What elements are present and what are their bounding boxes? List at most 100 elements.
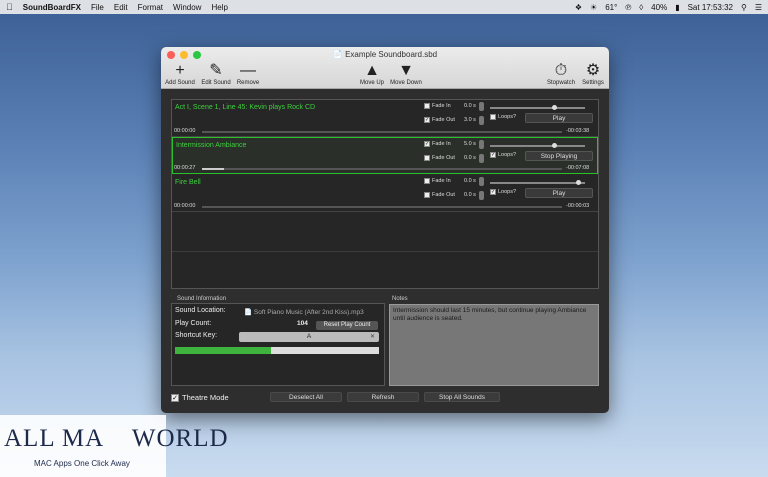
checkbox-box — [424, 178, 430, 184]
stopwatch-icon: ⏱ — [554, 62, 568, 79]
wifi-icon[interactable]: ◊ — [639, 3, 643, 12]
fade-out-value[interactable]: 0.0 s — [464, 155, 476, 161]
loops-checkbox[interactable]: Loops? — [490, 114, 516, 120]
add-sound-button[interactable]: + Add Sound — [161, 62, 200, 86]
volume-knob[interactable] — [551, 105, 557, 110]
fade-out-value[interactable]: 0.0 s — [464, 192, 476, 198]
fade-out-checkbox[interactable]: Fade Out — [424, 192, 455, 198]
apple-logo-icon:  — [102, 425, 123, 452]
sound-info-title: Sound Information — [177, 296, 227, 302]
weather-temp[interactable]: 61° — [605, 3, 617, 12]
document-icon: 📄 — [332, 50, 343, 59]
remaining-time: -00:03:38 — [566, 128, 590, 134]
app-menu[interactable]: SoundBoardFX — [23, 3, 81, 12]
sound-location-value[interactable]: 📄 Soft Piano Music (After 2nd Kiss).mp3 — [244, 308, 382, 316]
pencil-icon: ✎ — [209, 62, 223, 79]
file-icon: 📄 — [244, 309, 254, 316]
sound-list: Act I, Scene 1, Line 45: Kevin plays Roc… — [171, 99, 599, 289]
window-title: 📄 Example Soundboard.sbd — [332, 50, 438, 59]
menu-file[interactable]: File — [91, 3, 104, 12]
move-down-button[interactable]: ▼ Move Down — [386, 62, 426, 86]
fade-in-value[interactable]: 0.0 s — [464, 103, 476, 109]
fade-in-stepper[interactable] — [479, 102, 484, 111]
apple-menu-icon[interactable]:  — [6, 2, 13, 12]
settings-button[interactable]: ⚙ Settings — [573, 62, 609, 86]
plus-icon: + — [175, 62, 185, 79]
watermark-subtitle: MAC Apps One Click Away — [34, 459, 130, 468]
reset-play-count-button[interactable]: Reset Play Count — [316, 321, 378, 330]
fade-in-checkbox[interactable]: Fade In — [424, 103, 451, 109]
remaining-time: -00:07:08 — [566, 165, 590, 171]
sound-row[interactable]: Act I, Scene 1, Line 45: Kevin plays Roc… — [172, 100, 598, 137]
playback-progress[interactable] — [202, 168, 562, 170]
menubar:  SoundBoardFX File Edit Format Window H… — [0, 0, 768, 14]
bluetooth-icon[interactable]: ℗ — [625, 3, 631, 12]
weather-icon[interactable]: ☀ — [590, 3, 597, 12]
fade-in-stepper[interactable] — [479, 177, 484, 186]
shortcut-key-label: Shortcut Key: — [175, 332, 218, 339]
empty-row-divider — [172, 251, 598, 252]
elapsed-time: 00:00:00 — [174, 128, 196, 134]
titlebar: 📄 Example Soundboard.sbd + Add Sound ✎ E… — [161, 47, 609, 89]
battery-icon[interactable]: ▮ — [675, 3, 679, 12]
checkbox-box — [424, 103, 430, 109]
theatre-mode-checkbox[interactable]: ✓ Theatre Mode — [171, 393, 229, 402]
stop-all-sounds-button[interactable]: Stop All Sounds — [424, 392, 500, 402]
clear-icon[interactable]: ✕ — [370, 332, 375, 342]
arrow-down-icon: ▼ — [398, 62, 414, 79]
search-icon[interactable]: ⚲ — [741, 3, 747, 12]
deselect-all-button[interactable]: Deselect All — [270, 392, 342, 402]
sound-row[interactable]: Fire Bell Fade In 0.0 s Fade Out 0.0 s ✓… — [172, 175, 598, 212]
progress-fill — [202, 168, 224, 170]
fade-in-checkbox[interactable]: Fade In — [424, 178, 451, 184]
fade-out-stepper[interactable] — [479, 154, 484, 163]
audio-level-meter — [175, 347, 379, 354]
fade-out-stepper[interactable] — [479, 191, 484, 200]
volume-slider[interactable] — [490, 180, 585, 185]
menu-help[interactable]: Help — [211, 3, 227, 12]
fade-out-checkbox[interactable]: ✓ Fade Out — [424, 117, 455, 123]
fade-in-value[interactable]: 0.0 s — [464, 178, 476, 184]
fade-out-stepper[interactable] — [479, 116, 484, 125]
notes-panel: Intermission should last 15 minutes, but… — [389, 295, 599, 386]
notes-textarea[interactable]: Intermission should last 15 minutes, but… — [389, 304, 599, 386]
fade-in-checkbox[interactable]: ✓ Fade In — [424, 141, 451, 147]
fade-in-value[interactable]: 5.0 s — [464, 141, 476, 147]
loops-checkbox[interactable]: ✓ Loops? — [490, 189, 516, 195]
menu-format[interactable]: Format — [138, 3, 163, 12]
volume-slider[interactable] — [490, 105, 585, 110]
play-button[interactable]: Play — [525, 188, 593, 198]
playback-progress[interactable] — [202, 206, 562, 208]
watermark-title: ALL MA WORLD — [4, 425, 228, 452]
loops-checkbox[interactable]: ✓ Loops? — [490, 152, 516, 158]
notification-center-icon[interactable]: ☰ — [755, 3, 762, 12]
battery-percent[interactable]: 40% — [651, 3, 667, 12]
playback-progress[interactable] — [202, 131, 562, 133]
menu-window[interactable]: Window — [173, 3, 201, 12]
menu-edit[interactable]: Edit — [114, 3, 128, 12]
sound-name: Intermission Ambiance — [176, 142, 247, 149]
volume-knob[interactable] — [551, 143, 557, 148]
shortcut-key-field[interactable]: A ✕ — [239, 332, 379, 342]
volume-knob[interactable] — [575, 180, 581, 185]
watermark-logo: ALL MA WORLD MAC Apps One Click Away — [0, 415, 228, 477]
sound-row-selected[interactable]: Intermission Ambiance ✓ Fade In 5.0 s Fad… — [172, 137, 598, 174]
soundboard-window: 📄 Example Soundboard.sbd + Add Sound ✎ E… — [161, 47, 609, 413]
arrow-up-icon: ▲ — [364, 62, 380, 79]
volume-slider[interactable] — [490, 143, 585, 148]
gear-icon: ⚙ — [585, 62, 601, 79]
dropbox-icon[interactable]: ❖ — [575, 3, 582, 12]
elapsed-time: 00:00:27 — [174, 165, 196, 171]
remove-button[interactable]: — Remove — [228, 62, 268, 86]
checkbox-box — [490, 114, 496, 120]
play-button[interactable]: Play — [525, 113, 593, 123]
refresh-button[interactable]: Refresh — [347, 392, 419, 402]
play-count-value: 104 — [297, 320, 308, 327]
fade-in-stepper[interactable] — [479, 140, 484, 149]
fade-out-value[interactable]: 3.0 s — [464, 117, 476, 123]
stop-playing-button[interactable]: Stop Playing — [525, 151, 593, 161]
checkbox-box — [424, 192, 430, 198]
fade-out-checkbox[interactable]: Fade Out — [424, 155, 455, 161]
clock[interactable]: Sat 17:53:32 — [688, 3, 733, 12]
minus-icon: — — [240, 62, 256, 79]
